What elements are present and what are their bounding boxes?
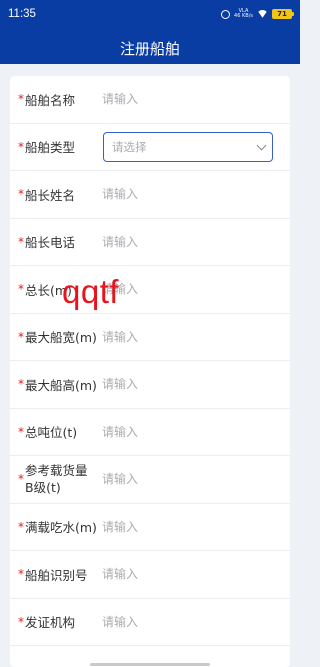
status-time: 11:35	[8, 8, 36, 20]
field-issuing-authority: * 发证机构	[10, 599, 290, 646]
ship-type-select[interactable]: 请选择	[103, 131, 273, 162]
select-placeholder: 请选择	[112, 139, 147, 154]
field-label: * 船舶名称	[18, 92, 76, 108]
home-indicator	[90, 663, 210, 666]
field-ship-name: * 船舶名称	[10, 76, 290, 124]
page-title: 注册船舶	[119, 40, 180, 58]
field-captain-phone: * 船长电话	[10, 219, 290, 266]
ship-name-input[interactable]	[102, 85, 272, 114]
chevron-down-icon	[256, 140, 267, 151]
field-overall-length: * 总长(m)	[10, 266, 290, 314]
field-label: * 发证机构	[18, 614, 76, 631]
ship-id-input[interactable]	[102, 560, 272, 589]
captain-phone-input[interactable]	[102, 227, 272, 256]
field-gross-tonnage: * 总吨位(t)	[10, 409, 290, 456]
field-captain-name: * 船长姓名	[10, 171, 290, 219]
alarm-icon	[221, 9, 231, 19]
app-header: 11:35 VLA 46 KB/s 71 注册船舶	[0, 0, 300, 64]
field-ship-type: * 船舶类型 请选择	[10, 124, 290, 171]
wifi-icon	[257, 10, 268, 18]
field-reference-cargo: * 参考载货量B级(t)	[10, 456, 290, 504]
field-label: * 最大船高(m)	[18, 377, 97, 393]
watermark-text: qqtf	[62, 273, 120, 310]
field-label: * 船舶识别号	[18, 567, 88, 583]
battery-icon: 71	[272, 9, 294, 19]
issuing-authority-input[interactable]	[102, 607, 272, 636]
field-label: * 船舶类型	[18, 139, 76, 156]
reference-cargo-input[interactable]	[102, 465, 272, 494]
field-full-load-draft: * 满载吃水(m)	[10, 504, 290, 551]
overall-length-input[interactable]	[102, 275, 272, 304]
status-icons: VLA 46 KB/s 71	[221, 8, 294, 19]
field-max-height: * 最大船高(m)	[10, 361, 290, 409]
ship-registration-form: *船舶名称 *船舶类型 请选择 *船长姓名 *船长电话 *总长(m) *最大船宽…	[10, 76, 290, 667]
captain-name-input[interactable]	[102, 180, 272, 209]
field-label: * 参考载货量B级(t)	[18, 463, 88, 496]
status-bar: 11:35 VLA 46 KB/s 71	[0, 0, 300, 28]
field-label: * 船长姓名	[18, 187, 76, 203]
max-height-input[interactable]	[102, 370, 272, 399]
field-ship-id: * 船舶识别号	[10, 551, 290, 599]
field-label: * 总吨位(t)	[18, 424, 78, 441]
max-beam-input[interactable]	[102, 322, 272, 351]
gross-tonnage-input[interactable]	[102, 417, 272, 446]
field-label: * 船长电话	[18, 234, 76, 251]
network-speed: VLA 46 KB/s	[234, 8, 253, 19]
field-max-beam: * 最大船宽(m)	[10, 314, 290, 361]
field-label: * 满载吃水(m)	[18, 519, 97, 536]
field-label: * 最大船宽(m)	[18, 329, 97, 346]
full-load-draft-input[interactable]	[102, 512, 272, 541]
